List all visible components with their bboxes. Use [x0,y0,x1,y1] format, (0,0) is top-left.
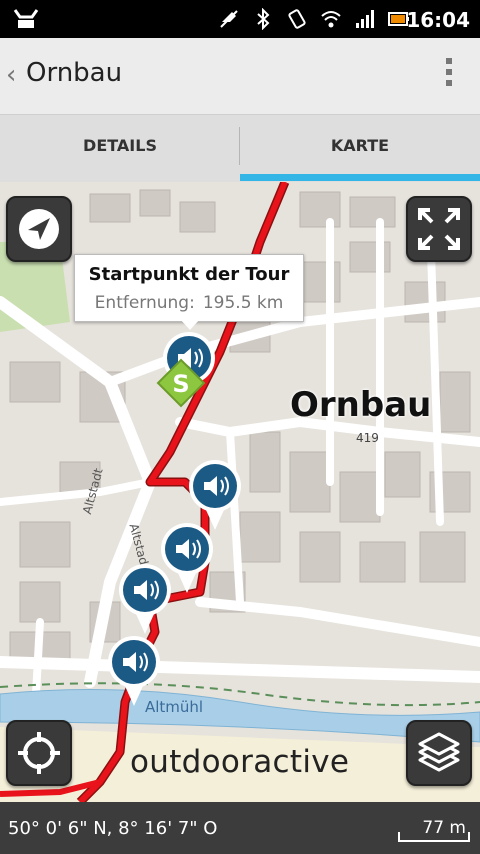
selected-tab-indicator [240,174,480,181]
map-view[interactable]: Altstadt Altstadt Altmühl Ornbau 419 Sta… [0,182,480,802]
coordinate-bar: 50° 0' 6" N, 8° 16' 7" O 77 m [0,802,480,854]
usb-notification-icon [13,9,39,28]
elevation-label: 419 [356,431,379,445]
fullscreen-button[interactable] [406,196,472,262]
layers-icon [418,732,460,772]
crosshair-icon [18,732,60,774]
action-bar: ‹ Ornbau [0,38,480,115]
callout-distance: Entfernung: 195.5 km [75,293,303,313]
map-layers-button[interactable] [406,720,472,786]
signal-strength-icon [356,10,374,28]
tab-karte[interactable]: KARTE [240,115,480,182]
start-point-callout[interactable]: Startpunkt der Tour Entfernung: 195.5 km [74,254,304,322]
place-label: Ornbau [290,385,432,425]
tab-bar: DETAILS KARTE [0,115,480,182]
distance-label: Entfernung: [94,293,195,313]
start-marker-icon[interactable]: S [156,358,206,408]
wifi-icon [321,11,341,28]
audio-marker[interactable] [116,562,174,636]
navigation-button[interactable] [6,196,72,262]
start-marker-letter: S [172,370,189,398]
page-title[interactable]: Ornbau [26,58,122,88]
callout-title: Startpunkt der Tour [88,264,290,285]
coordinates-text: 50° 0' 6" N, 8° 16' 7" O [8,818,218,839]
overflow-menu-icon[interactable] [444,58,454,94]
status-bar: 16:04 [0,0,480,38]
audio-marker[interactable] [105,634,163,708]
navigation-arrow-icon [19,209,59,249]
scale-label: 77 m [422,818,466,838]
silent-mode-icon [220,10,238,28]
clock: 16:04 [406,8,470,32]
my-location-button[interactable] [6,720,72,786]
fullscreen-icon [418,208,460,250]
vibrate-icon [288,9,306,29]
distance-value: 195.5 km [202,293,284,313]
brand-logo: outdooractive [130,744,350,780]
tab-details[interactable]: DETAILS [0,115,240,182]
back-chevron-icon[interactable]: ‹ [6,60,16,90]
bluetooth-icon [257,8,270,30]
